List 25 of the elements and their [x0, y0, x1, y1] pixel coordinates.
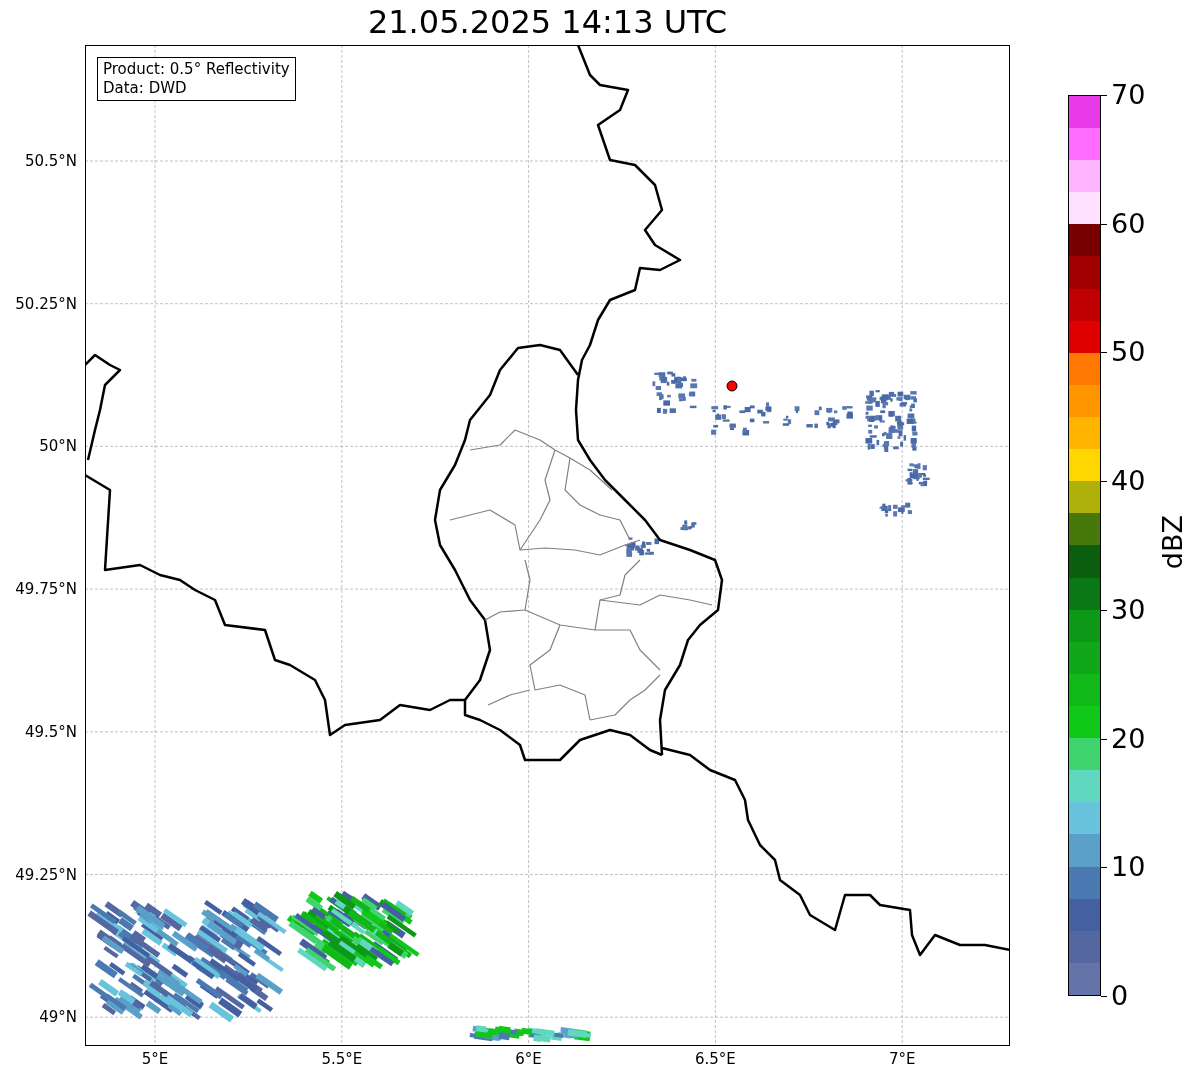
radar-echo-drawing	[652, 371, 698, 414]
longitude-label: 6.5°E	[694, 1050, 736, 1068]
longitude-label: 5°E	[141, 1050, 169, 1068]
radar-site-marker	[726, 380, 738, 392]
latitude-label: 50.25°N	[15, 294, 77, 313]
latitude-label: 49.75°N	[15, 580, 77, 599]
radar-echo-drawing	[711, 402, 772, 436]
longitude-label: 6°E	[515, 1050, 542, 1068]
radar-echo-drawing	[782, 406, 853, 429]
longitude-label: 7°E	[888, 1050, 916, 1068]
chart-title: 21.05.2025 14:13 UTC	[366, 2, 729, 43]
latitude-label: 49.5°N	[24, 722, 77, 741]
radar-echo-drawing	[865, 390, 918, 452]
longitude-label: 5.5°E	[321, 1050, 363, 1068]
latitude-label: 49°N	[39, 1008, 77, 1027]
info-text: Data: DWD	[103, 79, 188, 98]
radar-echo-drawing	[879, 502, 912, 517]
info-text: Product: 0.5° Reflectivity	[103, 60, 290, 79]
radar-echo-drawing	[680, 520, 697, 531]
radar-echo-drawing	[905, 463, 930, 487]
latitude-label: 50.5°N	[24, 152, 77, 170]
radar-echo-drawing	[625, 537, 659, 557]
latitude-label: 50°N	[39, 437, 77, 456]
colorbar-label: dBZ	[1157, 515, 1190, 570]
latitude-label: 49.25°N	[15, 865, 77, 884]
